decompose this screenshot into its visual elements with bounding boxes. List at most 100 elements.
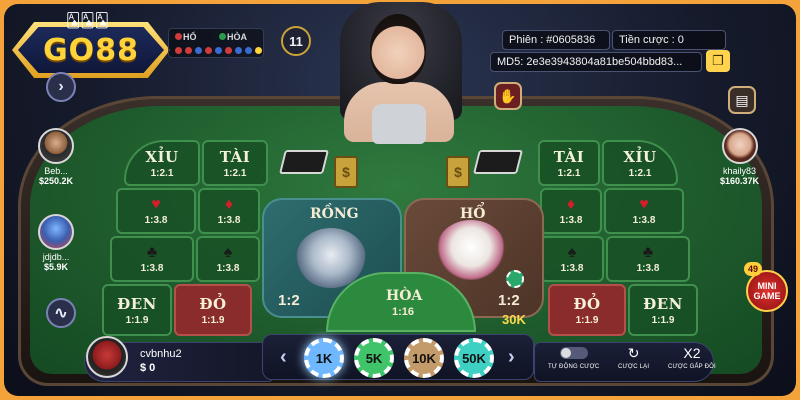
- dragon-label: RỒNG: [310, 206, 359, 222]
- bet-odd: 1:3.8: [216, 262, 240, 274]
- player-balance: $5.9K: [43, 262, 69, 272]
- my-balance: $ 0: [140, 362, 156, 374]
- chat-button[interactable]: ▤: [728, 86, 756, 114]
- bet-left-clubs[interactable]: ♣ 1:3.8: [110, 236, 194, 282]
- heart-icon: ♥: [151, 195, 161, 213]
- right-card-deck: [473, 150, 523, 174]
- bet-left-den[interactable]: ĐEN 1:1.9: [102, 284, 172, 336]
- bet-left-diamonds[interactable]: ♦ 1:3.8: [198, 188, 260, 234]
- bet-left-spades[interactable]: ♠ 1:3.8: [196, 236, 260, 282]
- bet-odd: 1:1.9: [201, 314, 225, 326]
- chip-next-button[interactable]: ›: [508, 346, 515, 369]
- club-icon: ♣: [146, 243, 158, 261]
- player-seat-3[interactable]: khaily83 $160.37K: [720, 128, 759, 186]
- road-dot: [175, 47, 182, 54]
- heart-icon: ♥: [639, 195, 649, 213]
- chip-5k[interactable]: 5K: [354, 338, 394, 378]
- tiger-image: [436, 220, 506, 280]
- tiger-card-slot: $: [446, 156, 470, 188]
- bet-odd: 1:2.1: [223, 167, 247, 179]
- copy-icon: ❐: [712, 53, 724, 68]
- diamond-icon: ♦: [566, 195, 576, 213]
- player-name: jdjdb...: [42, 252, 70, 262]
- bet-label: ĐỎ: [199, 294, 227, 313]
- avatar: [38, 128, 74, 164]
- road-dot: [255, 47, 262, 54]
- expand-menu-button[interactable]: ›: [46, 72, 76, 102]
- bet-left-tai[interactable]: TÀI 1:2.1: [202, 140, 268, 186]
- playing-cards-icon: 🂡🂡🂡: [66, 12, 109, 28]
- player-balance: $160.37K: [720, 176, 760, 186]
- road-dot: [175, 33, 182, 40]
- club-icon: ♣: [642, 243, 654, 261]
- bet-right-do[interactable]: ĐỎ 1:1.9: [548, 284, 626, 336]
- go88-logo: GO88: [12, 22, 170, 78]
- mini-game-count-badge: 49: [744, 262, 762, 276]
- mini-game-label: MINI: [757, 281, 777, 291]
- my-avatar[interactable]: [86, 336, 128, 378]
- dealer-avatar: [370, 14, 426, 84]
- stop-dealer-button[interactable]: ✋: [494, 82, 522, 110]
- player-name: Beb...: [44, 166, 68, 176]
- bet-odd: 1:3.8: [632, 214, 656, 226]
- player-seat-2[interactable]: jdjdb... $5.9K: [38, 214, 74, 272]
- bet-right-den[interactable]: ĐEN 1:1.9: [628, 284, 698, 336]
- road-map[interactable]: HỔ HÒA: [168, 28, 264, 58]
- dragon-odd: 1:2: [278, 292, 300, 309]
- chip-1k[interactable]: 1K: [304, 338, 344, 378]
- road-dot: [195, 47, 202, 54]
- chevron-right-icon: ›: [508, 346, 515, 368]
- bet-label: TÀI: [553, 147, 585, 166]
- bet-right-hearts[interactable]: ♥ 1:3.8: [604, 188, 684, 234]
- player-seat-1[interactable]: Beb... $250.2K: [38, 128, 74, 186]
- bet-odd: 1:3.8: [144, 214, 168, 226]
- bet-label: ĐEN: [117, 294, 157, 313]
- chip-prev-button[interactable]: ‹: [280, 346, 287, 369]
- bet-left-hearts[interactable]: ♥ 1:3.8: [116, 188, 196, 234]
- double-icon: X2: [683, 345, 701, 361]
- left-card-deck: [279, 150, 329, 174]
- round-counter: 11: [281, 26, 311, 56]
- double-bet-button[interactable]: X2 CƯỢC GẤP ĐÔI: [668, 344, 716, 370]
- double-label: CƯỢC GẤP ĐÔI: [668, 364, 716, 370]
- bet-right-clubs[interactable]: ♣ 1:3.8: [606, 236, 690, 282]
- md5-hash: MD5: 2e3e3943804a81be504bbd83...: [490, 52, 702, 72]
- logo-text: GO88: [18, 27, 164, 73]
- chevron-right-icon: ›: [58, 78, 64, 95]
- road-dot: [225, 47, 232, 54]
- chip-10k[interactable]: 10K: [404, 338, 444, 378]
- road-dot: [205, 47, 212, 54]
- bet-odd: 1:3.8: [559, 214, 583, 226]
- tiger-bet-amount: 30K: [502, 312, 526, 327]
- bet-total: Tiền cược : 0: [612, 30, 726, 50]
- session-id: Phiên : #0605836: [502, 30, 610, 50]
- tiger-label: HỔ: [460, 206, 486, 222]
- bet-odd: 1:1.9: [575, 314, 599, 326]
- auto-bet-toggle[interactable]: TỰ ĐỘNG CƯỢC: [548, 344, 599, 370]
- bet-left-do[interactable]: ĐỎ 1:1.9: [174, 284, 252, 336]
- bet-label: TÀI: [219, 147, 251, 166]
- tiger-odd: 1:2: [498, 292, 520, 309]
- mini-game-label: GAME: [753, 291, 781, 301]
- chip-50k[interactable]: 50K: [454, 338, 494, 378]
- bet-odd: 1:2.1: [557, 167, 581, 179]
- bet-right-diamonds[interactable]: ♦ 1:3.8: [540, 188, 602, 234]
- placed-chip-icon: [506, 270, 524, 288]
- mini-game-button[interactable]: MINI GAME: [746, 270, 788, 312]
- road-dot: [215, 47, 222, 54]
- bet-right-spades[interactable]: ♠ 1:3.8: [540, 236, 604, 282]
- dragon-card-slot: $: [334, 156, 358, 188]
- bet-odd: 1:2.1: [628, 167, 652, 179]
- copy-md5-button[interactable]: ❐: [706, 50, 730, 72]
- rebet-label: CƯỢC LẠI: [618, 364, 650, 370]
- spade-icon: ♠: [223, 243, 233, 261]
- toggle-switch-icon: [559, 347, 588, 359]
- my-name: cvbnhu2: [140, 348, 182, 360]
- bet-odd: 1:1.9: [125, 314, 149, 326]
- rebet-button[interactable]: ↻ CƯỢC LẠI: [618, 344, 650, 371]
- history-button[interactable]: ∿: [46, 298, 76, 328]
- bet-odd: 1:3.8: [140, 262, 164, 274]
- bet-right-tai[interactable]: TÀI 1:2.1: [538, 140, 600, 186]
- tie-label: HÒA: [386, 288, 423, 304]
- road-tie-label: HÒA: [227, 32, 247, 42]
